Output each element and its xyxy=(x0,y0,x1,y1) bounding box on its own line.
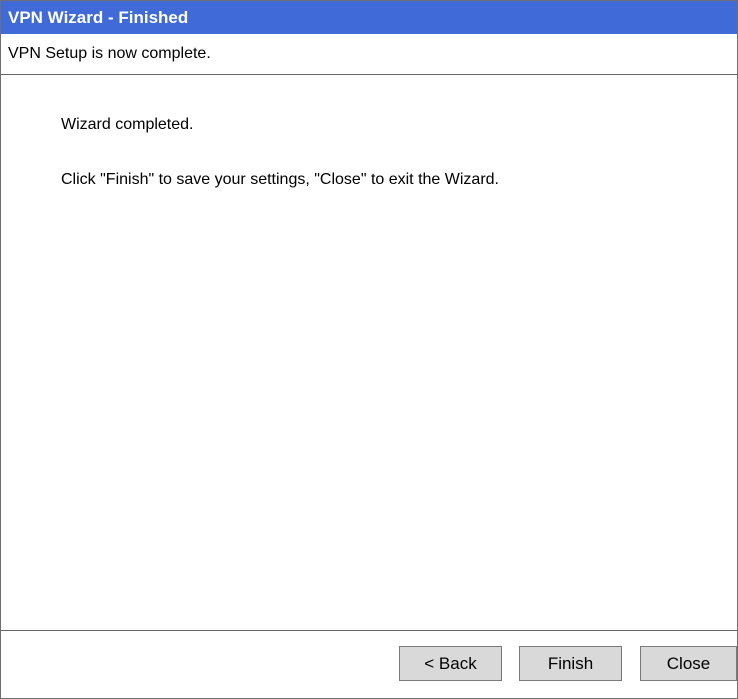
completion-message: Wizard completed. xyxy=(61,116,194,133)
back-button[interactable]: < Back xyxy=(399,646,502,681)
wizard-subtitle: VPN Setup is now complete. xyxy=(8,45,211,62)
instruction-message: Click "Finish" to save your settings, "C… xyxy=(61,171,499,188)
close-button[interactable]: Close xyxy=(640,646,737,681)
wizard-footer: < Back Finish Close xyxy=(1,630,737,698)
wizard-subtitle-bar: VPN Setup is now complete. xyxy=(1,34,737,75)
finish-button[interactable]: Finish xyxy=(519,646,622,681)
wizard-title-bar: VPN Wizard - Finished xyxy=(1,1,737,34)
vpn-wizard-dialog: VPN Wizard - Finished VPN Setup is now c… xyxy=(0,0,738,699)
wizard-content: Wizard completed. Click "Finish" to save… xyxy=(1,75,737,630)
wizard-title: VPN Wizard - Finished xyxy=(8,8,189,27)
